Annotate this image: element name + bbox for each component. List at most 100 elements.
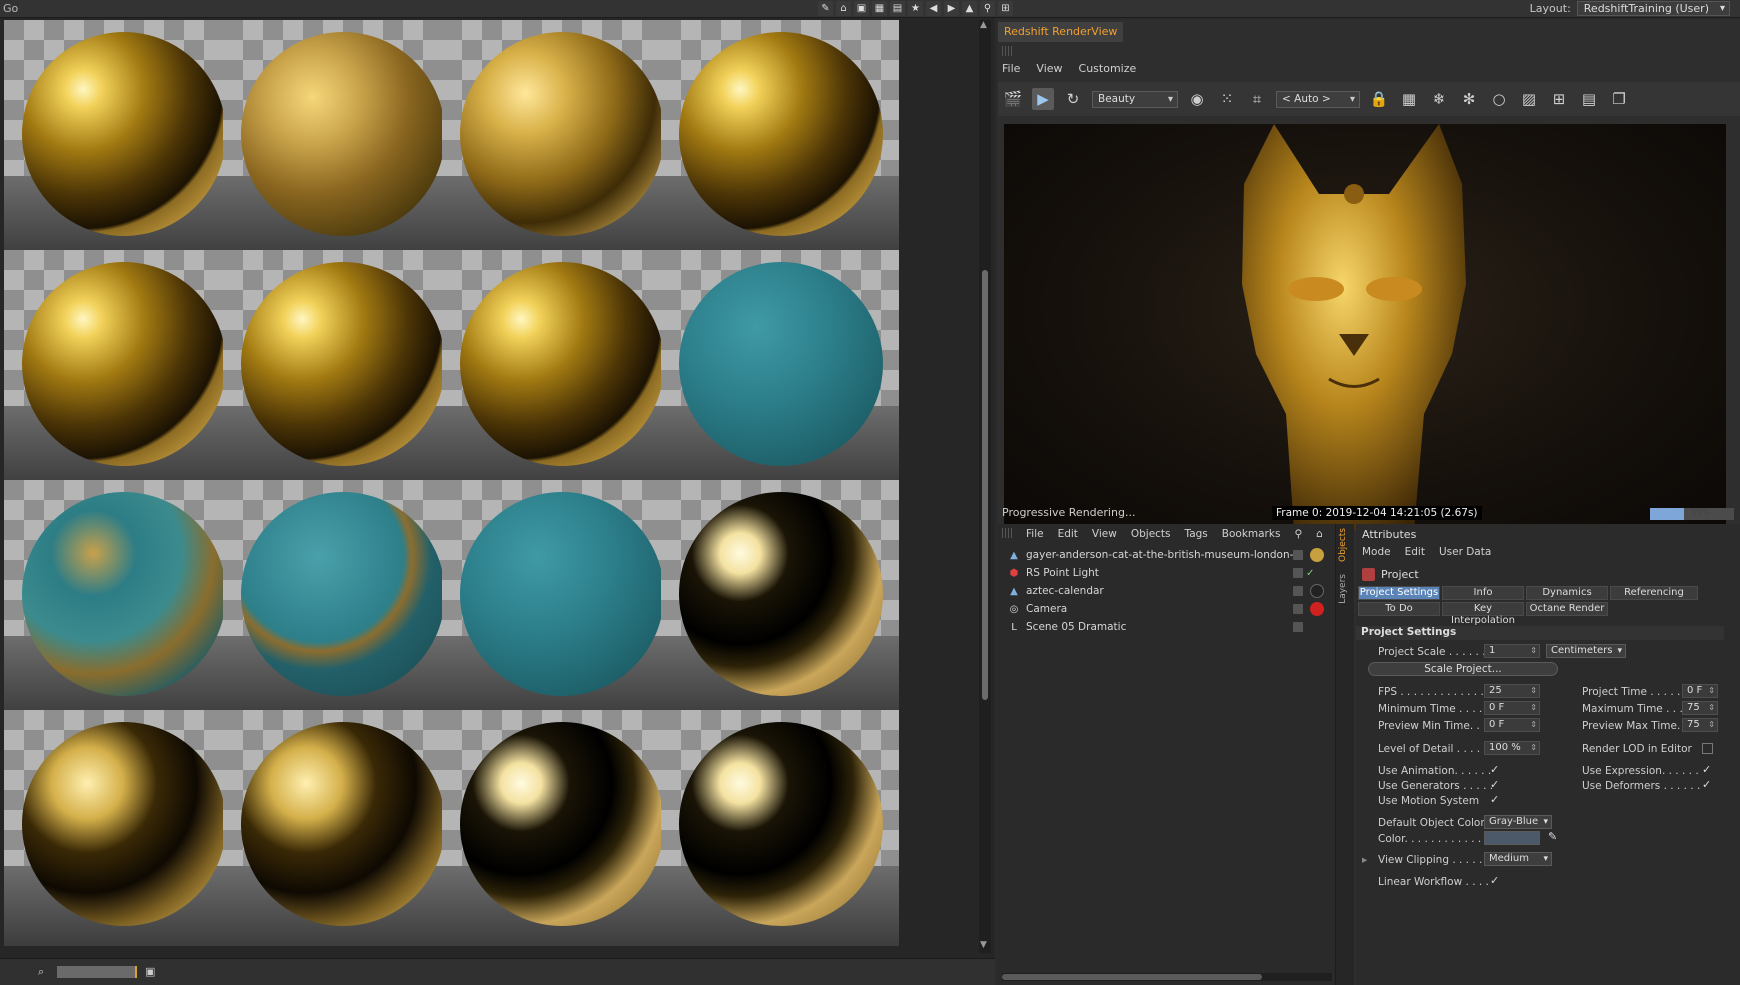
zoom-small-icon[interactable]: ⌕ [38,965,44,979]
material-thumbnail[interactable]: RS_Gold_Natural_Scratched_Heavy_4K [4,250,242,506]
play-icon[interactable]: ▶ [1032,88,1054,110]
visibility-flag[interactable] [1293,604,1303,614]
om-menu-edit[interactable]: Edit [1058,528,1078,540]
go-menu[interactable]: Go [3,2,18,15]
visibility-flag[interactable] [1293,622,1303,632]
rv-menu-customize[interactable]: Customize [1079,62,1137,75]
grid-icon[interactable]: ▦ [1398,88,1420,110]
scroll-thumb[interactable] [982,270,988,700]
scroll-down-icon[interactable]: ▼ [980,940,987,950]
rv-menu-file[interactable]: File [1002,62,1020,75]
tab-info[interactable]: Info [1442,586,1524,600]
search-icon[interactable]: ⚲ [980,1,995,16]
linear-workflow-checkbox[interactable]: ✓ [1490,875,1501,887]
snowflake-icon[interactable]: ❄ [1428,88,1450,110]
eyedropper-icon[interactable]: ✎ [1548,830,1557,843]
project-time-field[interactable]: 0 F [1682,684,1718,698]
attr-menu-userdata[interactable]: User Data [1439,546,1491,558]
default-object-color-dropdown[interactable]: Gray-Blue [1484,815,1552,829]
om-menu-tags[interactable]: Tags [1185,528,1208,540]
home-icon[interactable]: ⌂ [836,1,851,16]
copy-icon[interactable]: ❐ [1608,88,1630,110]
search-icon[interactable]: ⚲ [1294,528,1302,540]
crop-icon[interactable]: ⌗ [1246,88,1268,110]
snowflake-alt-icon[interactable]: ✻ [1458,88,1480,110]
om-menu-view[interactable]: View [1092,528,1117,540]
book-icon[interactable]: ▤ [890,1,905,16]
clapboard-icon[interactable]: 🎬 [1002,88,1024,110]
pv-icon[interactable]: ▤ [1578,88,1600,110]
material-thumbnail[interactable]: RS_Gold_Polished_4K [661,480,899,736]
scale-project-button[interactable]: Scale Project... [1368,662,1558,676]
material-thumbnail[interactable]: RS_Gold_Painted_Peeling_Slight_4K [442,480,680,736]
use-generators-checkbox[interactable]: ✓ [1490,779,1501,791]
color-swatch[interactable] [1484,831,1540,845]
star-icon[interactable]: ★ [908,1,923,16]
material-tag-icon[interactable] [1310,584,1324,598]
render-viewport[interactable]: Frame 0: 2019-12-04 14:21:05 (2.67s) [1004,124,1726,530]
project-scale-field[interactable]: 1 [1484,644,1540,658]
om-menu-file[interactable]: File [1026,528,1044,540]
om-menu-objects[interactable]: Objects [1131,528,1171,540]
expand-arrow-icon[interactable]: ▸ [1362,854,1367,866]
renderview-tab[interactable]: Redshift RenderView [998,22,1124,42]
use-deformers-checkbox[interactable]: ✓ [1702,779,1713,791]
image-icon[interactable]: ▨ [1518,88,1540,110]
panel-grip[interactable] [1002,46,1012,56]
use-motion-system-checkbox[interactable]: ✓ [1490,794,1501,806]
maximum-time-field[interactable]: 75 [1682,701,1718,715]
object-row[interactable]: ▲ gayer-anderson-cat-at-the-british-muse… [1008,546,1328,564]
project-scale-unit-dropdown[interactable]: Centimeters [1546,644,1626,658]
object-row[interactable]: ▲ aztec-calendar [1008,582,1328,600]
scroll-thumb[interactable] [1002,974,1262,980]
material-thumbnail[interactable] [442,710,680,953]
home-icon[interactable]: ⌂ [1316,528,1323,540]
use-expression-checkbox[interactable]: ✓ [1702,764,1713,776]
layout-dropdown[interactable]: RedshiftTraining (User) [1576,1,1730,16]
zoom-large-icon[interactable]: ▣ [145,965,155,978]
grid-small-icon[interactable]: ⁙ [1216,88,1238,110]
tab-octane-render[interactable]: Octane Render [1526,602,1608,616]
material-thumbnail[interactable]: RS_Gold_Painted_Clean_4K [661,250,899,506]
visibility-flag[interactable] [1293,550,1303,560]
object-row[interactable]: ◎ Camera [1008,600,1328,618]
material-thumbnail[interactable]: RS_Gold_Natural_Scratched_Slight_4K [442,250,680,506]
tab-layers[interactable]: Layers [1338,574,1352,604]
back-icon[interactable]: ◀ [926,1,941,16]
scroll-up-icon[interactable]: ▲ [980,20,987,30]
use-animation-checkbox[interactable]: ✓ [1490,764,1501,776]
material-thumbnail[interactable]: RS_Gold_Natural_4K [4,20,242,276]
visibility-flag[interactable] [1293,586,1303,596]
render-lod-checkbox[interactable] [1702,743,1713,754]
material-thumbnail[interactable] [4,710,242,953]
material-thumbnail[interactable]: RS_Gold_Natural_Damaged_Moderate_4K [442,20,680,276]
material-tag-icon[interactable] [1310,548,1324,562]
rgb-icon[interactable]: ◉ [1186,88,1208,110]
preview-max-field[interactable]: 75 [1682,718,1718,732]
material-thumbnail[interactable]: RS_Gold_Painted_Peeling_Moderate_4K [223,480,461,736]
level-of-detail-field[interactable]: 100 % [1484,741,1540,755]
material-thumbnail[interactable] [223,710,461,953]
thumbnail-size-slider[interactable] [57,966,137,978]
lock-icon[interactable]: 🔒 [1368,88,1390,110]
expand-icon[interactable]: ⊞ [998,1,1013,16]
minimum-time-field[interactable]: 0 F [1484,701,1540,715]
zoom-dropdown[interactable]: < Auto > [1276,90,1360,108]
material-thumbnail[interactable]: RS_Gold_Natural_Damaged_Heavy_4K [223,20,461,276]
material-thumbnail[interactable]: RS_Gold_Natural_Scratched_Moderate_4K [223,250,461,506]
enabled-check-icon[interactable]: ✓ [1306,568,1314,579]
object-hscrollbar[interactable] [1002,973,1332,981]
up-icon[interactable]: ▲ [962,1,977,16]
attr-menu-mode[interactable]: Mode [1362,546,1391,558]
material-thumbnail[interactable]: RS_Gold_Painted_Peeling_Heavy_4K [4,480,242,736]
tab-dynamics[interactable]: Dynamics [1526,586,1608,600]
lock-icon[interactable]: ▣ [854,1,869,16]
add-image-icon[interactable]: ⊞ [1548,88,1570,110]
visibility-flag[interactable] [1293,567,1303,578]
fps-field[interactable]: 25 [1484,684,1540,698]
object-row[interactable]: L Scene 05 Dramatic [1008,618,1328,636]
preview-min-field[interactable]: 0 F [1484,718,1540,732]
tab-key-interpolation[interactable]: Key Interpolation [1442,602,1524,626]
refresh-icon[interactable]: ↻ [1062,88,1084,110]
tab-referencing[interactable]: Referencing [1610,586,1698,600]
